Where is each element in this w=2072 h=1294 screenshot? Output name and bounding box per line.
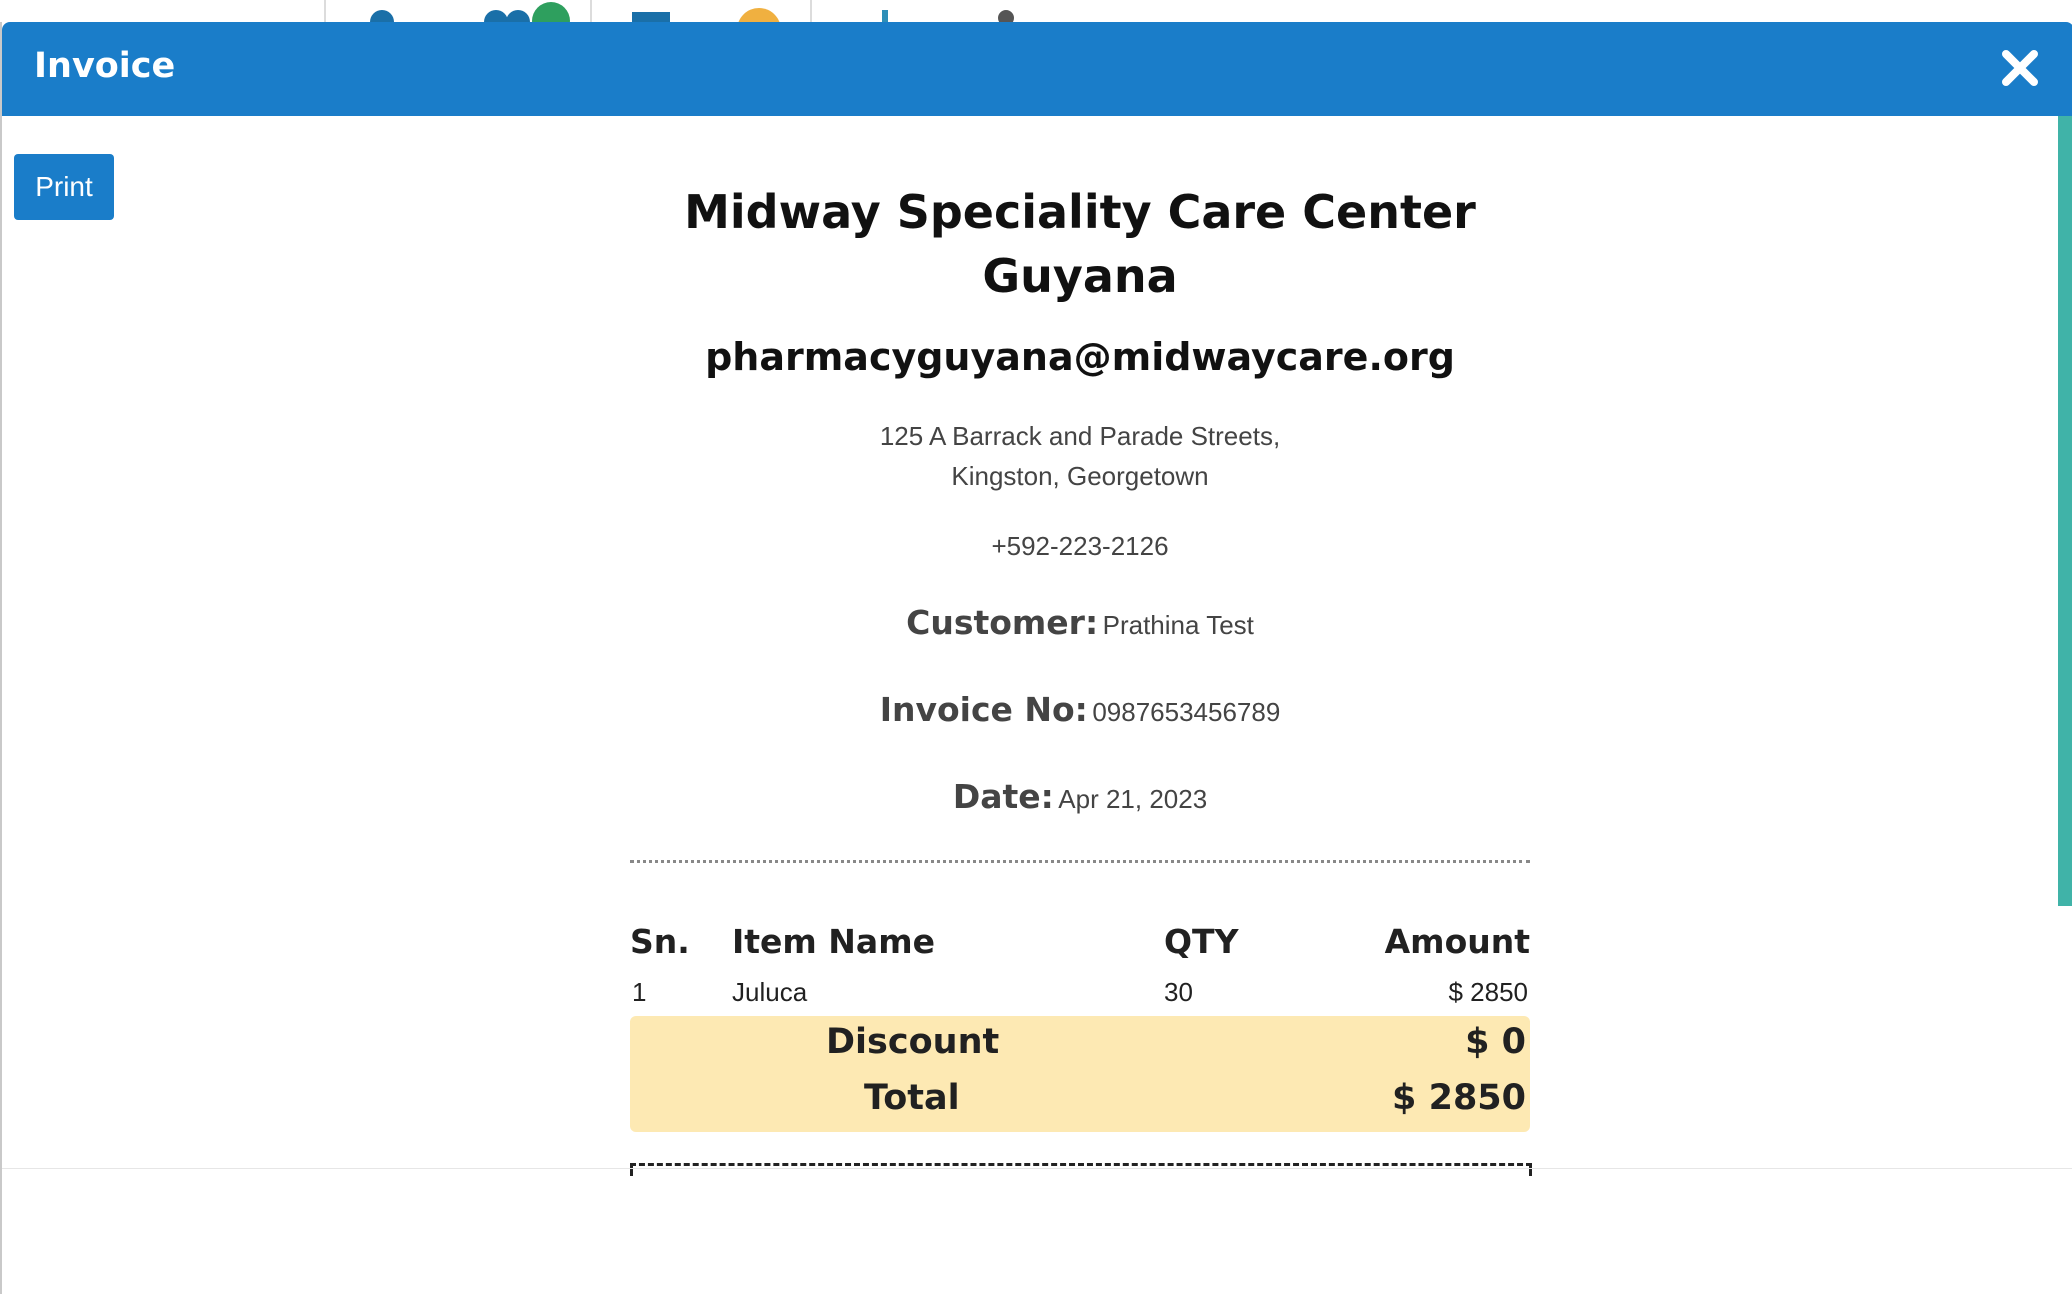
address-line2: Kingston, Georgetown [951,461,1209,491]
customer-label: Customer: [906,603,1099,642]
close-button[interactable] [1998,46,2042,90]
totals-box: Discount $ 0 Total $ 2850 [630,1016,1530,1132]
center-email: pharmacyguyana@midwaycare.org [705,335,1455,379]
row-amount: $ 2850 [1448,977,1528,1007]
modal-title: Invoice [34,46,176,86]
invoice-body: Midway Speciality Care Center Guyana pha… [630,122,1530,827]
col-header-item: Item Name [732,922,935,961]
date-label: Date: [952,777,1054,816]
separator-dotted [630,860,1530,863]
modal-header: Invoice [2,22,2072,116]
center-name-line2: Guyana [982,249,1178,303]
settings-icon [370,10,394,22]
col-header-sn: Sn. [630,922,690,961]
invoice-no-value: 0987653456789 [1092,697,1281,727]
discount-label: Discount [826,1022,1000,1062]
scrollbar-thumb[interactable] [2058,116,2072,906]
total-value: $ 2850 [1392,1078,1526,1118]
users-icon [484,10,530,22]
print-button[interactable]: Print [14,154,114,220]
user-icon [998,10,1014,22]
address-line1: 125 A Barrack and Parade Streets, [879,421,1281,451]
chart-icon [882,10,888,22]
col-header-qty: QTY [1164,922,1239,961]
bottom-rule [2,1168,2072,1169]
discount-value: $ 0 [1465,1022,1526,1062]
date-value: Apr 21, 2023 [1058,784,1208,814]
toolbar-divider [810,0,812,22]
avatar-icon [738,8,780,22]
toolbar-divider [324,0,326,22]
date-line: Date: Apr 21, 2023 [630,774,1530,827]
center-name-line1: Midway Speciality Care Center [684,185,1476,239]
row-item: Juluca [732,977,808,1007]
table-icon [632,12,670,22]
invoice-modal: Invoice Print Midway Speciality Care Cen… [0,22,2072,1294]
row-qty: 30 [1164,977,1193,1007]
center-address: 125 A Barrack and Parade Streets, Kingst… [630,416,1530,496]
customer-line: Customer: Prathina Test [630,600,1530,653]
background-toolbar [0,0,2072,40]
row-sn: 1 [632,977,647,1007]
total-label: Total [864,1078,960,1118]
col-header-amount: Amount [1384,922,1530,961]
toolbar-divider [590,0,592,22]
separator-dashed [630,1163,1532,1176]
close-icon [2002,50,2038,86]
customer-value: Prathina Test [1102,610,1254,640]
invoice-no-label: Invoice No: [879,690,1088,729]
invoice-no-line: Invoice No: 0987653456789 [630,687,1530,740]
center-name: Midway Speciality Care Center Guyana [630,180,1530,308]
center-phone: +592-223-2126 [991,531,1169,561]
